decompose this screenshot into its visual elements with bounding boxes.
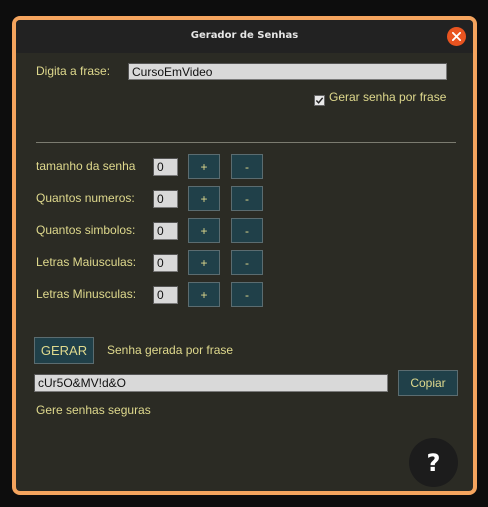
symbols-count-field[interactable]: 0 <box>153 222 178 240</box>
uppercase-count-field[interactable]: 0 <box>153 254 178 272</box>
decrement-button[interactable]: - <box>231 282 263 307</box>
decrement-button[interactable]: - <box>231 218 263 243</box>
increment-button[interactable]: + <box>188 218 220 243</box>
decrement-button[interactable]: - <box>231 154 263 179</box>
help-button[interactable]: ? <box>409 438 458 487</box>
app-window: Gerador de Senhas Digita a frase: CursoE… <box>16 20 473 491</box>
row-label: tamanho da senha <box>36 159 136 173</box>
copy-button[interactable]: Copiar <box>398 370 458 396</box>
generate-status-text: Senha gerada por frase <box>107 343 234 357</box>
row-label: Quantos simbolos: <box>36 223 136 237</box>
footer-text: Gere senhas seguras <box>36 403 151 417</box>
row-label: Quantos numeros: <box>36 191 135 205</box>
close-button[interactable] <box>447 27 466 46</box>
password-length-field[interactable]: 0 <box>153 158 178 176</box>
generated-password-field[interactable]: cUr5O&MV!d&O <box>34 374 388 392</box>
increment-button[interactable]: + <box>188 282 220 307</box>
row-label: Letras Maiusculas: <box>36 255 137 269</box>
checkmark-icon <box>315 97 324 104</box>
increment-button[interactable]: + <box>188 186 220 211</box>
window-title: Gerador de Senhas <box>190 30 299 41</box>
increment-button[interactable]: + <box>188 154 220 179</box>
phrase-checkbox-label: Gerar senha por frase <box>329 90 447 104</box>
row-label: Letras Minusculas: <box>36 287 137 301</box>
increment-button[interactable]: + <box>188 250 220 275</box>
generate-button[interactable]: GERAR <box>34 337 94 364</box>
help-icon: ? <box>426 448 441 477</box>
phrase-input[interactable]: CursoEmVideo <box>128 63 447 80</box>
lowercase-count-field[interactable]: 0 <box>153 286 178 304</box>
close-icon <box>452 32 461 41</box>
separator <box>36 142 456 143</box>
phrase-label: Digita a frase: <box>36 64 111 78</box>
decrement-button[interactable]: - <box>231 186 263 211</box>
phrase-checkbox[interactable] <box>314 95 325 106</box>
numbers-count-field[interactable]: 0 <box>153 190 178 208</box>
title-bar[interactable]: Gerador de Senhas <box>16 20 473 53</box>
decrement-button[interactable]: - <box>231 250 263 275</box>
